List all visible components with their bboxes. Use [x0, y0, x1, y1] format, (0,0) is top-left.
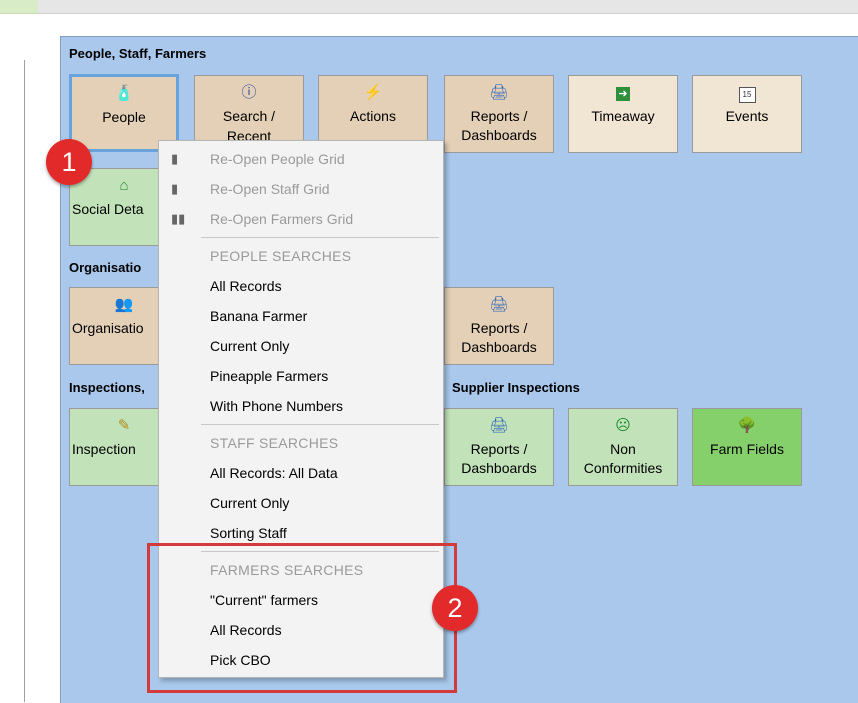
menu-header-staff-searches: STAFF SEARCHES	[159, 428, 443, 458]
calendar-icon: 15	[693, 84, 801, 103]
menu-item-label: Re-Open Farmers Grid	[210, 211, 354, 227]
printer-icon: 🖨	[489, 417, 509, 434]
reports-tile-label: Reports /	[470, 108, 528, 124]
farmers-searches-highlight	[147, 543, 457, 693]
timeaway-tile[interactable]: ➜ Timeaway	[568, 75, 678, 153]
menu-item-staff-current-only[interactable]: Current Only	[159, 488, 443, 518]
left-divider	[24, 60, 25, 702]
menu-separator	[201, 237, 439, 238]
menu-item-pineapple-farmers[interactable]: Pineapple Farmers	[159, 361, 443, 391]
tree-icon: 🌳	[737, 417, 757, 434]
menu-item-people-all-records[interactable]: All Records	[159, 271, 443, 301]
group-icon: ▮▮	[171, 211, 186, 226]
section-title-people: People, Staff, Farmers	[69, 46, 207, 61]
menu-item-label: With Phone Numbers	[210, 398, 344, 414]
printer-icon: 🖨	[489, 296, 509, 313]
step-badge-2: 2	[432, 585, 478, 631]
org-reports-dashboards-tile[interactable]: 🖨 Reports / Dashboards	[444, 287, 554, 365]
menu-separator	[201, 424, 439, 425]
info-icon: ⓘ	[241, 84, 257, 101]
supplier-reports-tile-label-2: Dashboards	[461, 460, 537, 476]
section-title-organisations: Organisatio	[69, 260, 142, 275]
menu-item-reopen-people[interactable]: ▮ Re-Open People Grid	[159, 144, 443, 174]
search-tile-label: Search /	[222, 108, 276, 124]
events-tile-label: Events	[725, 108, 769, 124]
supplier-reports-tile-label: Reports /	[470, 441, 528, 457]
nonconf-tile-label-2: Conformities	[583, 460, 663, 476]
non-conformities-tile[interactable]: ☹ Non Conformities	[568, 408, 678, 486]
nonconf-tile-label: Non	[610, 441, 636, 457]
menu-item-label: Banana Farmer	[210, 308, 308, 324]
menu-item-label: All Records	[210, 278, 282, 294]
calendar-icon-date: 15	[738, 87, 756, 103]
menu-header-label: PEOPLE SEARCHES	[210, 248, 352, 264]
reports-tile-label-2: Dashboards	[461, 127, 537, 143]
sad-face-icon: ☹	[615, 417, 631, 434]
top-bar	[0, 0, 858, 14]
people-tile-label: People	[102, 109, 146, 125]
farm-fields-tile[interactable]: 🌳 Farm Fields	[692, 408, 802, 486]
step-badge-1: 1	[46, 139, 92, 185]
menu-item-label: Re-Open Staff Grid	[210, 181, 330, 197]
timeaway-tile-label: Timeaway	[591, 108, 655, 124]
bottle-icon: ▮	[171, 151, 179, 166]
actions-tile-label: Actions	[350, 108, 396, 124]
bottle-icon: ▮	[171, 181, 179, 196]
menu-item-banana-farmer[interactable]: Banana Farmer	[159, 301, 443, 331]
menu-item-label: Current Only	[210, 495, 290, 511]
menu-item-with-phone-numbers[interactable]: With Phone Numbers	[159, 391, 443, 421]
farmfields-tile-label: Farm Fields	[710, 441, 784, 457]
bottle-icon: 🧴	[114, 85, 134, 102]
menu-item-label: Pineapple Farmers	[210, 368, 329, 384]
printer-icon: 🖨	[489, 84, 509, 101]
org-reports-tile-label: Reports /	[470, 320, 528, 336]
top-bar-accent	[0, 0, 38, 14]
menu-header-people-searches: PEOPLE SEARCHES	[159, 241, 443, 271]
menu-item-staff-all-records[interactable]: All Records: All Data	[159, 458, 443, 488]
section-title-inspections: Inspections,	[69, 380, 145, 395]
lightning-icon: ⚡	[363, 84, 383, 101]
menu-item-reopen-staff[interactable]: ▮ Re-Open Staff Grid	[159, 174, 443, 204]
menu-item-reopen-farmers[interactable]: ▮▮ Re-Open Farmers Grid	[159, 204, 443, 234]
menu-item-label: All Records: All Data	[210, 465, 338, 481]
arrow-right-icon: ➜	[569, 84, 677, 102]
events-tile[interactable]: 15 Events	[692, 75, 802, 153]
supplier-reports-dashboards-tile[interactable]: 🖨 Reports / Dashboards	[444, 408, 554, 486]
section-title-supplier-inspections: Supplier Inspections	[452, 380, 580, 395]
reports-dashboards-tile[interactable]: 🖨 Reports / Dashboards	[444, 75, 554, 153]
menu-item-label: Re-Open People Grid	[210, 151, 345, 167]
menu-item-people-current-only[interactable]: Current Only	[159, 331, 443, 361]
menu-item-label: Current Only	[210, 338, 290, 354]
org-reports-tile-label-2: Dashboards	[461, 339, 537, 355]
menu-header-label: STAFF SEARCHES	[210, 435, 339, 451]
